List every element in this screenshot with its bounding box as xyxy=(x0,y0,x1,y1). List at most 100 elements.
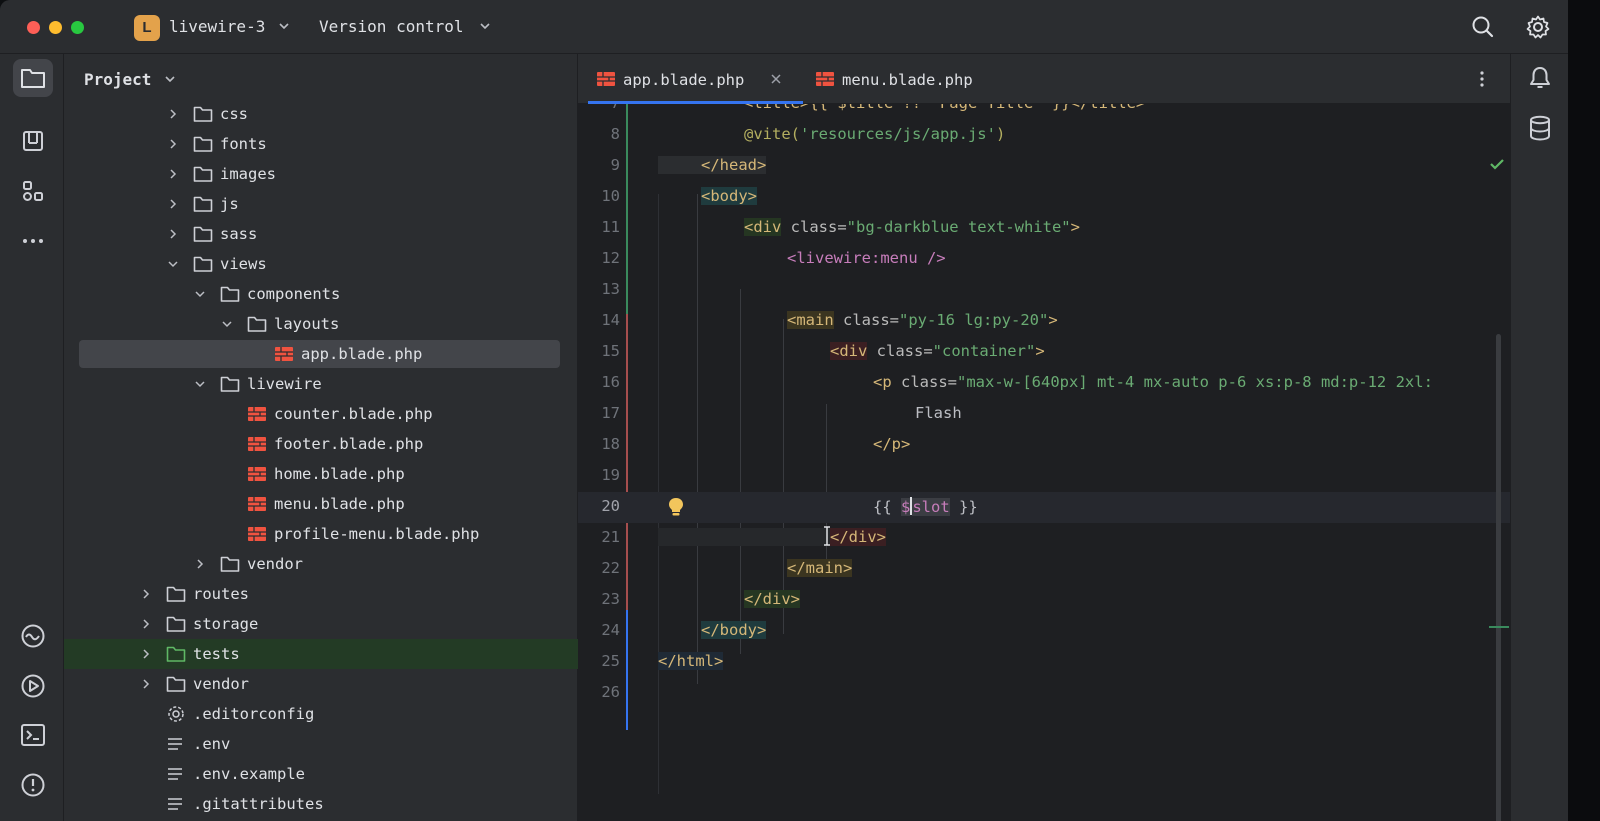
editor-scrollbar[interactable] xyxy=(1496,334,1501,821)
tree-item[interactable]: routes xyxy=(64,579,578,609)
blade-file-icon xyxy=(248,407,266,421)
checkmark-icon[interactable] xyxy=(1489,157,1505,171)
commit-tool-button[interactable] xyxy=(13,122,53,160)
services-tool-button[interactable] xyxy=(13,617,53,655)
tree-item[interactable]: storage xyxy=(64,609,578,639)
chevron-down-icon[interactable] xyxy=(167,258,179,270)
chevron-right-icon[interactable] xyxy=(167,198,179,210)
tree-item[interactable]: .gitattributes xyxy=(64,789,578,819)
code-area[interactable]: 7 <title>{{ $title ?? 'Page Title' }}</t… xyxy=(578,104,1510,821)
database-button[interactable] xyxy=(1526,114,1554,142)
tree-item-label: menu.blade.php xyxy=(274,495,405,513)
version-control-menu[interactable]: Version control xyxy=(319,17,464,36)
run-tool-button[interactable] xyxy=(13,667,53,705)
tree-item-label: footer.blade.php xyxy=(274,435,424,453)
structure-tool-button[interactable] xyxy=(13,172,53,210)
notifications-button[interactable] xyxy=(1526,64,1554,92)
search-icon[interactable] xyxy=(1470,14,1496,40)
tree-item[interactable]: components xyxy=(64,279,578,309)
tree-item[interactable]: counter.blade.php xyxy=(64,399,578,429)
notifications-bell-icon xyxy=(1530,67,1550,88)
tree-item-label: layouts xyxy=(274,315,340,333)
chevron-right-icon[interactable] xyxy=(140,588,152,600)
tree-item[interactable]: sass xyxy=(64,219,578,249)
chevron-down-icon[interactable] xyxy=(194,288,206,300)
tree-item[interactable]: layouts xyxy=(64,309,578,339)
tree-item[interactable]: vendor xyxy=(64,549,578,579)
chevron-right-icon[interactable] xyxy=(167,138,179,150)
project-name[interactable]: livewire-3 xyxy=(169,17,265,36)
chevron-right-icon[interactable] xyxy=(194,558,206,570)
chevron-down-icon[interactable] xyxy=(194,378,206,390)
code-line: 10 <body> xyxy=(601,187,757,205)
chevron-down-icon[interactable] xyxy=(478,19,492,33)
tree-item-label: routes xyxy=(193,585,249,603)
tree-item-label: images xyxy=(220,165,276,183)
tree-item[interactable]: .env xyxy=(64,729,578,759)
chevron-down-icon[interactable] xyxy=(163,72,177,86)
code-line: 21 </div> xyxy=(601,528,886,546)
tree-item[interactable]: vendor xyxy=(64,669,578,699)
close-window-button[interactable] xyxy=(27,21,40,34)
change-marker xyxy=(1489,626,1509,628)
title-bar: L livewire-3 Version control xyxy=(0,0,1568,54)
tree-item[interactable]: images xyxy=(64,159,578,189)
blade-file-icon xyxy=(248,437,266,451)
code-line: 24 </body> xyxy=(601,621,767,639)
chevron-right-icon[interactable] xyxy=(167,168,179,180)
more-vertical-icon[interactable] xyxy=(1474,69,1490,89)
more-icon xyxy=(23,239,43,243)
chevron-right-icon[interactable] xyxy=(140,618,152,630)
code-line-current: 20 {{ $ slot }} xyxy=(578,492,1510,523)
tree-item-label: js xyxy=(220,195,239,213)
tree-item[interactable]: app.blade.php xyxy=(64,339,578,369)
more-tools-button[interactable] xyxy=(13,222,53,260)
tree-item[interactable]: js xyxy=(64,189,578,219)
tab-app-blade[interactable]: app.blade.php xyxy=(588,54,803,104)
tree-item-label: storage xyxy=(193,615,259,633)
tree-item-label: counter.blade.php xyxy=(274,405,433,423)
tree-item-label: .gitattributes xyxy=(193,795,324,813)
tree-item[interactable]: .env.example xyxy=(64,759,578,789)
minimize-window-button[interactable] xyxy=(49,21,62,34)
tree-item[interactable]: menu.blade.php xyxy=(64,489,578,519)
chevron-right-icon[interactable] xyxy=(167,108,179,120)
settings-gear-icon[interactable] xyxy=(1525,14,1551,40)
tree-item[interactable]: fonts xyxy=(64,129,578,159)
lightbulb-icon[interactable] xyxy=(667,497,685,517)
tree-item-label: views xyxy=(220,255,267,273)
chevron-down-icon[interactable] xyxy=(277,19,291,33)
tree-item[interactable]: css xyxy=(64,99,578,129)
folder-icon xyxy=(220,286,240,302)
gear-icon xyxy=(168,706,184,722)
code-line: 22 </main> xyxy=(601,559,853,577)
tab-menu-blade[interactable]: menu.blade.php xyxy=(813,54,1003,104)
tree-item[interactable]: footer.blade.php xyxy=(64,429,578,459)
terminal-tool-button[interactable] xyxy=(13,716,53,754)
blade-file-icon xyxy=(248,527,266,541)
code-line: 26 xyxy=(601,683,620,701)
code-line: 7 <title>{{ $title ?? 'Page Title' }}</t… xyxy=(578,104,1510,120)
project-badge[interactable]: L xyxy=(134,15,160,41)
chevron-right-icon[interactable] xyxy=(140,678,152,690)
tree-item-label: .editorconfig xyxy=(193,705,315,723)
project-panel-title[interactable]: Project xyxy=(84,70,151,89)
code-line: 11 <div class="bg-darkblue text-white"> xyxy=(601,218,1080,236)
tree-item[interactable]: livewire xyxy=(64,369,578,399)
text-file-icon xyxy=(168,738,182,750)
close-tab-icon[interactable] xyxy=(770,73,782,85)
chevron-right-icon[interactable] xyxy=(140,648,152,660)
blade-file-icon xyxy=(275,347,293,361)
tree-item[interactable]: home.blade.php xyxy=(64,459,578,489)
tree-item[interactable]: views xyxy=(64,249,578,279)
tree-item[interactable]: .editorconfig xyxy=(64,699,578,729)
maximize-window-button[interactable] xyxy=(71,21,84,34)
tree-item[interactable]: profile-menu.blade.php xyxy=(64,519,578,549)
chevron-down-icon[interactable] xyxy=(221,318,233,330)
chevron-right-icon[interactable] xyxy=(167,228,179,240)
folder-icon xyxy=(166,676,186,692)
problems-tool-button[interactable] xyxy=(13,766,53,804)
folder-icon xyxy=(193,136,213,152)
tree-item[interactable]: tests xyxy=(64,639,578,669)
project-tool-button[interactable] xyxy=(13,59,53,97)
